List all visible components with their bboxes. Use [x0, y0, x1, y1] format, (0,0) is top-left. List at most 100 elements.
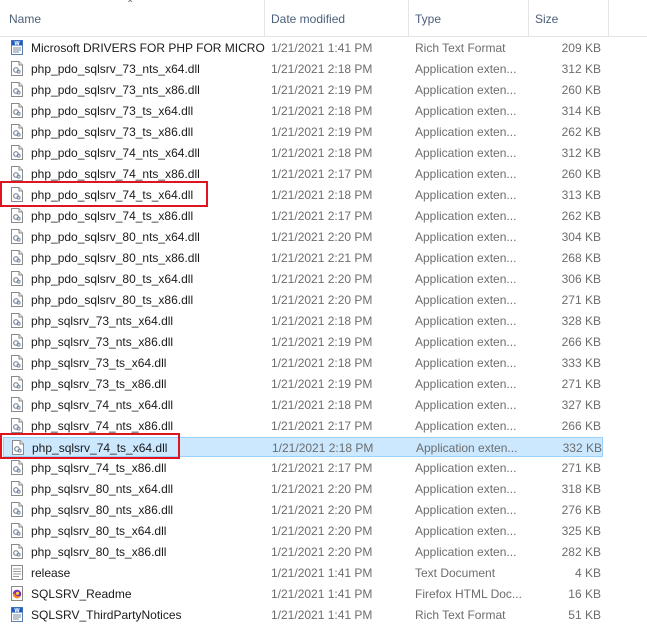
file-row[interactable]: php_pdo_sqlsrv_80_ts_x86.dll 1/21/2021 2:… [3, 290, 603, 310]
file-row[interactable]: php_pdo_sqlsrv_80_ts_x64.dll 1/21/2021 2:… [3, 269, 603, 289]
file-row[interactable]: php_sqlsrv_74_ts_x86.dll 1/21/2021 2:17 P… [3, 458, 603, 478]
file-size: 314 KB [561, 104, 601, 118]
firefox-html-icon [11, 584, 27, 604]
file-name: Microsoft DRIVERS FOR PHP FOR MICRO... [31, 41, 265, 55]
file-name: php_pdo_sqlsrv_73_nts_x86.dll [31, 83, 200, 97]
file-name: php_pdo_sqlsrv_80_nts_x86.dll [31, 251, 200, 265]
file-date-modified: 1/21/2021 2:20 PM [271, 272, 373, 286]
dll-file-icon [11, 521, 27, 541]
file-size: 4 KB [574, 566, 601, 580]
file-size: 276 KB [561, 503, 601, 517]
file-row[interactable]: php_sqlsrv_80_ts_x64.dll 1/21/2021 2:20 P… [3, 521, 603, 541]
file-row[interactable]: release 1/21/2021 1:41 PM Text Document 4 K… [3, 563, 603, 583]
file-size: 282 KB [561, 545, 601, 559]
dll-file-icon [11, 143, 27, 163]
file-type: Application exten... [415, 524, 517, 538]
file-row[interactable]: php_sqlsrv_80_ts_x86.dll 1/21/2021 2:20 P… [3, 542, 603, 562]
file-size: 209 KB [561, 41, 601, 55]
file-row[interactable]: php_pdo_sqlsrv_74_nts_x64.dll 1/21/2021 2… [3, 143, 603, 163]
file-row[interactable]: php_sqlsrv_73_ts_x64.dll 1/21/2021 2:18 P… [3, 353, 603, 373]
dll-file-icon [12, 438, 28, 458]
file-size: 328 KB [561, 314, 601, 328]
file-name: php_sqlsrv_80_nts_x86.dll [31, 503, 174, 517]
file-row[interactable]: php_sqlsrv_74_nts_x64.dll 1/21/2021 2:18 … [3, 395, 603, 415]
column-header-date-modified[interactable]: Date modified [265, 0, 409, 37]
file-row[interactable]: php_pdo_sqlsrv_73_nts_x64.dll 1/21/2021 2… [3, 59, 603, 79]
file-row[interactable]: php_sqlsrv_73_nts_x64.dll 1/21/2021 2:18 … [3, 311, 603, 331]
file-row[interactable]: php_sqlsrv_74_nts_x86.dll 1/21/2021 2:17 … [3, 416, 603, 436]
file-name: php_pdo_sqlsrv_74_ts_x86.dll [31, 209, 194, 223]
file-row[interactable]: SQLSRV_Readme 1/21/2021 1:41 PM Firefox HT… [3, 584, 603, 604]
column-header-type[interactable]: Type [409, 0, 529, 37]
file-type: Application exten... [415, 398, 517, 412]
file-row[interactable]: php_sqlsrv_73_ts_x86.dll 1/21/2021 2:19 P… [3, 374, 603, 394]
file-type: Application exten... [415, 209, 517, 223]
file-type: Application exten... [415, 545, 517, 559]
column-header-size[interactable]: Size [529, 0, 609, 37]
file-size: 262 KB [561, 125, 601, 139]
file-row[interactable]: php_pdo_sqlsrv_73_nts_x86.dll 1/21/2021 2… [3, 80, 603, 100]
file-row[interactable]: php_pdo_sqlsrv_74_nts_x86.dll 1/21/2021 2… [3, 164, 603, 184]
file-type: Application exten... [416, 441, 518, 455]
file-row[interactable]: php_pdo_sqlsrv_74_ts_x64.dll 1/21/2021 2:… [3, 185, 603, 205]
file-name: php_pdo_sqlsrv_73_ts_x64.dll [31, 104, 194, 118]
file-row[interactable]: W SQLSRV_ThirdPartyNotices 1/21/2021 1:41 … [3, 605, 603, 625]
dll-file-icon [11, 290, 27, 310]
file-type: Application exten... [415, 293, 517, 307]
file-type: Application exten... [415, 230, 517, 244]
file-date-modified: 1/21/2021 2:18 PM [272, 441, 374, 455]
file-date-modified: 1/21/2021 1:41 PM [271, 566, 373, 580]
dll-file-icon [11, 122, 27, 142]
file-row[interactable]: php_sqlsrv_74_ts_x64.dll 1/21/2021 2:18 P… [3, 437, 603, 457]
file-type: Text Document [415, 566, 496, 580]
wordpad-document-icon: W [11, 38, 27, 58]
file-name: php_pdo_sqlsrv_80_ts_x64.dll [31, 272, 194, 286]
file-name: php_sqlsrv_73_ts_x64.dll [31, 356, 167, 370]
file-size: 266 KB [561, 335, 601, 349]
file-date-modified: 1/21/2021 2:19 PM [271, 125, 373, 139]
file-type: Application exten... [415, 83, 517, 97]
wordpad-document-icon: W [11, 605, 27, 625]
file-date-modified: 1/21/2021 2:21 PM [271, 251, 373, 265]
file-row[interactable]: php_pdo_sqlsrv_80_nts_x86.dll 1/21/2021 2… [3, 248, 603, 268]
file-type: Application exten... [415, 167, 517, 181]
file-size: 260 KB [561, 83, 601, 97]
file-row[interactable]: php_sqlsrv_80_nts_x64.dll 1/21/2021 2:20 … [3, 479, 603, 499]
dll-file-icon [11, 374, 27, 394]
file-date-modified: 1/21/2021 2:20 PM [271, 524, 373, 538]
file-type: Application exten... [415, 314, 517, 328]
dll-file-icon [11, 395, 27, 415]
file-name: php_pdo_sqlsrv_80_nts_x64.dll [31, 230, 200, 244]
file-size: 271 KB [561, 377, 601, 391]
dll-file-icon [11, 542, 27, 562]
file-row[interactable]: W Microsoft DRIVERS FOR PHP FOR MICRO... 1… [3, 38, 603, 58]
file-size: 51 KB [568, 608, 601, 622]
file-row[interactable]: php_pdo_sqlsrv_80_nts_x64.dll 1/21/2021 2… [3, 227, 603, 247]
file-size: 312 KB [561, 146, 601, 160]
file-size: 268 KB [561, 251, 601, 265]
column-header-bar: ⌃ Name Date modified Type Size [0, 0, 647, 37]
dll-file-icon [11, 311, 27, 331]
file-date-modified: 1/21/2021 2:19 PM [271, 335, 373, 349]
file-date-modified: 1/21/2021 1:41 PM [271, 608, 373, 622]
file-type: Application exten... [415, 272, 517, 286]
file-size: 260 KB [561, 167, 601, 181]
file-date-modified: 1/21/2021 2:18 PM [271, 356, 373, 370]
file-type: Application exten... [415, 125, 517, 139]
file-row[interactable]: php_sqlsrv_80_nts_x86.dll 1/21/2021 2:20 … [3, 500, 603, 520]
file-size: 333 KB [561, 356, 601, 370]
file-row[interactable]: php_sqlsrv_73_nts_x86.dll 1/21/2021 2:19 … [3, 332, 603, 352]
column-header-name[interactable]: Name [3, 0, 265, 37]
file-type: Application exten... [415, 62, 517, 76]
file-row[interactable]: php_pdo_sqlsrv_74_ts_x86.dll 1/21/2021 2:… [3, 206, 603, 226]
file-type: Application exten... [415, 104, 517, 118]
file-row[interactable]: php_pdo_sqlsrv_73_ts_x86.dll 1/21/2021 2:… [3, 122, 603, 142]
file-row[interactable]: php_pdo_sqlsrv_73_ts_x64.dll 1/21/2021 2:… [3, 101, 603, 121]
file-name: php_sqlsrv_74_ts_x86.dll [31, 461, 167, 475]
file-type: Rich Text Format [415, 608, 506, 622]
dll-file-icon [11, 101, 27, 121]
file-date-modified: 1/21/2021 2:18 PM [271, 314, 373, 328]
dll-file-icon [11, 164, 27, 184]
file-date-modified: 1/21/2021 2:19 PM [271, 83, 373, 97]
svg-text:W: W [14, 608, 20, 614]
